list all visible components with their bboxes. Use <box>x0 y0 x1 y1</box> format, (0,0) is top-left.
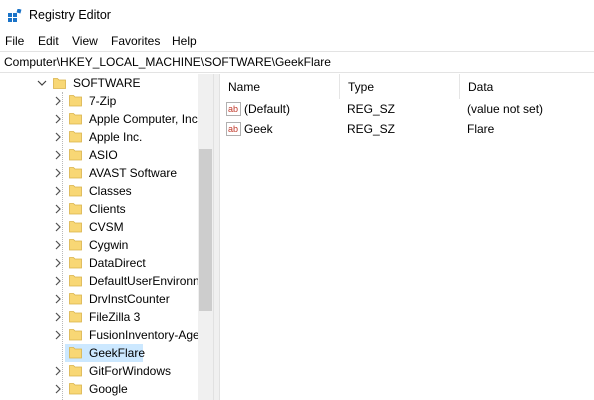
menu-favorites[interactable]: Favorites <box>111 34 160 48</box>
tree-item[interactable]: ASIO <box>0 146 198 164</box>
tree-item[interactable]: Classes <box>0 182 198 200</box>
menu-file[interactable]: File <box>5 34 24 48</box>
key-tree[interactable]: SOFTWARE 7-Zip Apple Computer, Inc Apple I… <box>0 74 213 400</box>
menu-view[interactable]: View <box>72 34 98 48</box>
tree-item-label: FusionInventory-Age <box>89 328 200 342</box>
tree-item[interactable]: AVAST Software <box>0 164 198 182</box>
tree-item[interactable]: DrvInstCounter <box>0 290 198 308</box>
folder-icon <box>69 221 82 233</box>
folder-icon <box>69 239 82 251</box>
column-header-data[interactable]: Data <box>460 74 594 99</box>
folder-icon <box>69 275 82 287</box>
folder-icon <box>69 257 82 269</box>
tree-item[interactable]: 7-Zip <box>0 92 198 110</box>
tree-item-label: DrvInstCounter <box>89 292 170 306</box>
title-bar[interactable]: Registry Editor <box>0 0 594 31</box>
tree-item-label: DefaultUserEnvironn <box>89 274 200 288</box>
window-title: Registry Editor <box>29 8 111 22</box>
tree-item[interactable]: Apple Computer, Inc <box>0 110 198 128</box>
tree-item[interactable]: Cygwin <box>0 236 198 254</box>
tree-item-label: 7-Zip <box>89 94 117 108</box>
chevron-down-icon[interactable] <box>36 76 48 90</box>
tree-scrollbar-thumb[interactable] <box>199 149 212 311</box>
value-type-cell: REG_SZ <box>347 102 396 116</box>
folder-icon <box>69 329 82 341</box>
tree-item[interactable]: CVSM <box>0 218 198 236</box>
folder-icon <box>69 203 82 215</box>
value-data-cell: Flare <box>467 122 495 136</box>
address-bar[interactable]: Computer\HKEY_LOCAL_MACHINE\SOFTWARE\Gee… <box>0 51 594 73</box>
folder-icon <box>69 185 82 197</box>
folder-open-icon <box>53 78 66 89</box>
values-list[interactable]: Name Type Data ab (Default) REG_SZ (value n… <box>220 74 594 400</box>
tree-item-label: DataDirect <box>89 256 146 270</box>
tree-item[interactable]: GitForWindows <box>0 362 198 380</box>
column-header-name[interactable]: Name <box>220 74 340 99</box>
menu-help[interactable]: Help <box>172 34 197 48</box>
tree-item[interactable]: Google <box>0 380 198 398</box>
address-path[interactable]: Computer\HKEY_LOCAL_MACHINE\SOFTWARE\Gee… <box>4 55 331 69</box>
tree-item-label: CVSM <box>89 220 124 234</box>
tree-item-software[interactable]: SOFTWARE <box>0 74 198 92</box>
svg-text:ab: ab <box>228 124 238 134</box>
tree-item-label: AVAST Software <box>89 166 178 180</box>
tree-item[interactable]: GeekFlare <box>0 344 198 362</box>
tree-item-label: FileZilla 3 <box>89 310 141 324</box>
tree-item-label: Cygwin <box>89 238 129 252</box>
tree-item-label: GitForWindows <box>89 364 172 378</box>
tree-item-label: Classes <box>89 184 132 198</box>
column-header-type[interactable]: Type <box>340 74 460 99</box>
tree-item-label: GeekFlare <box>89 346 146 360</box>
value-type-cell: REG_SZ <box>347 122 396 136</box>
tree-item[interactable]: DefaultUserEnvironn <box>0 272 200 290</box>
tree-item-label: Clients <box>89 202 126 216</box>
folder-icon <box>69 311 82 323</box>
value-row[interactable]: ab Geek REG_SZ Flare <box>220 119 594 139</box>
value-name-cell: (Default) <box>244 102 291 116</box>
svg-text:ab: ab <box>228 104 238 114</box>
tree-item[interactable]: FileZilla 3 <box>0 308 198 326</box>
tree-item[interactable]: Clients <box>0 200 198 218</box>
folder-icon <box>69 293 82 305</box>
registry-editor-icon <box>8 9 22 22</box>
tree-item-label: Google <box>89 382 128 396</box>
tree-guide-line <box>62 92 63 400</box>
menu-bar: File Edit View Favorites Help <box>0 31 594 51</box>
value-name-cell: Geek <box>244 122 273 136</box>
folder-icon <box>69 365 82 377</box>
tree-item[interactable]: DataDirect <box>0 254 198 272</box>
string-value-icon: ab <box>226 102 241 116</box>
tree-item-label: SOFTWARE <box>73 76 141 90</box>
pane-splitter[interactable] <box>213 74 220 400</box>
folder-icon <box>69 347 82 359</box>
tree-item[interactable]: FusionInventory-Age <box>0 326 200 344</box>
tree-item-label: ASIO <box>89 148 118 162</box>
value-row[interactable]: ab (Default) REG_SZ (value not set) <box>220 99 594 119</box>
tree-item-label: Apple Computer, Inc <box>89 112 198 126</box>
folder-icon <box>69 131 82 143</box>
folder-icon <box>69 383 82 395</box>
folder-icon <box>69 95 82 107</box>
menu-edit[interactable]: Edit <box>38 34 59 48</box>
string-value-icon: ab <box>226 122 241 136</box>
tree-item-label: Apple Inc. <box>89 130 143 144</box>
folder-icon <box>69 149 82 161</box>
folder-icon <box>69 167 82 179</box>
folder-icon <box>69 113 82 125</box>
value-data-cell: (value not set) <box>467 102 544 116</box>
tree-item[interactable]: Apple Inc. <box>0 128 198 146</box>
